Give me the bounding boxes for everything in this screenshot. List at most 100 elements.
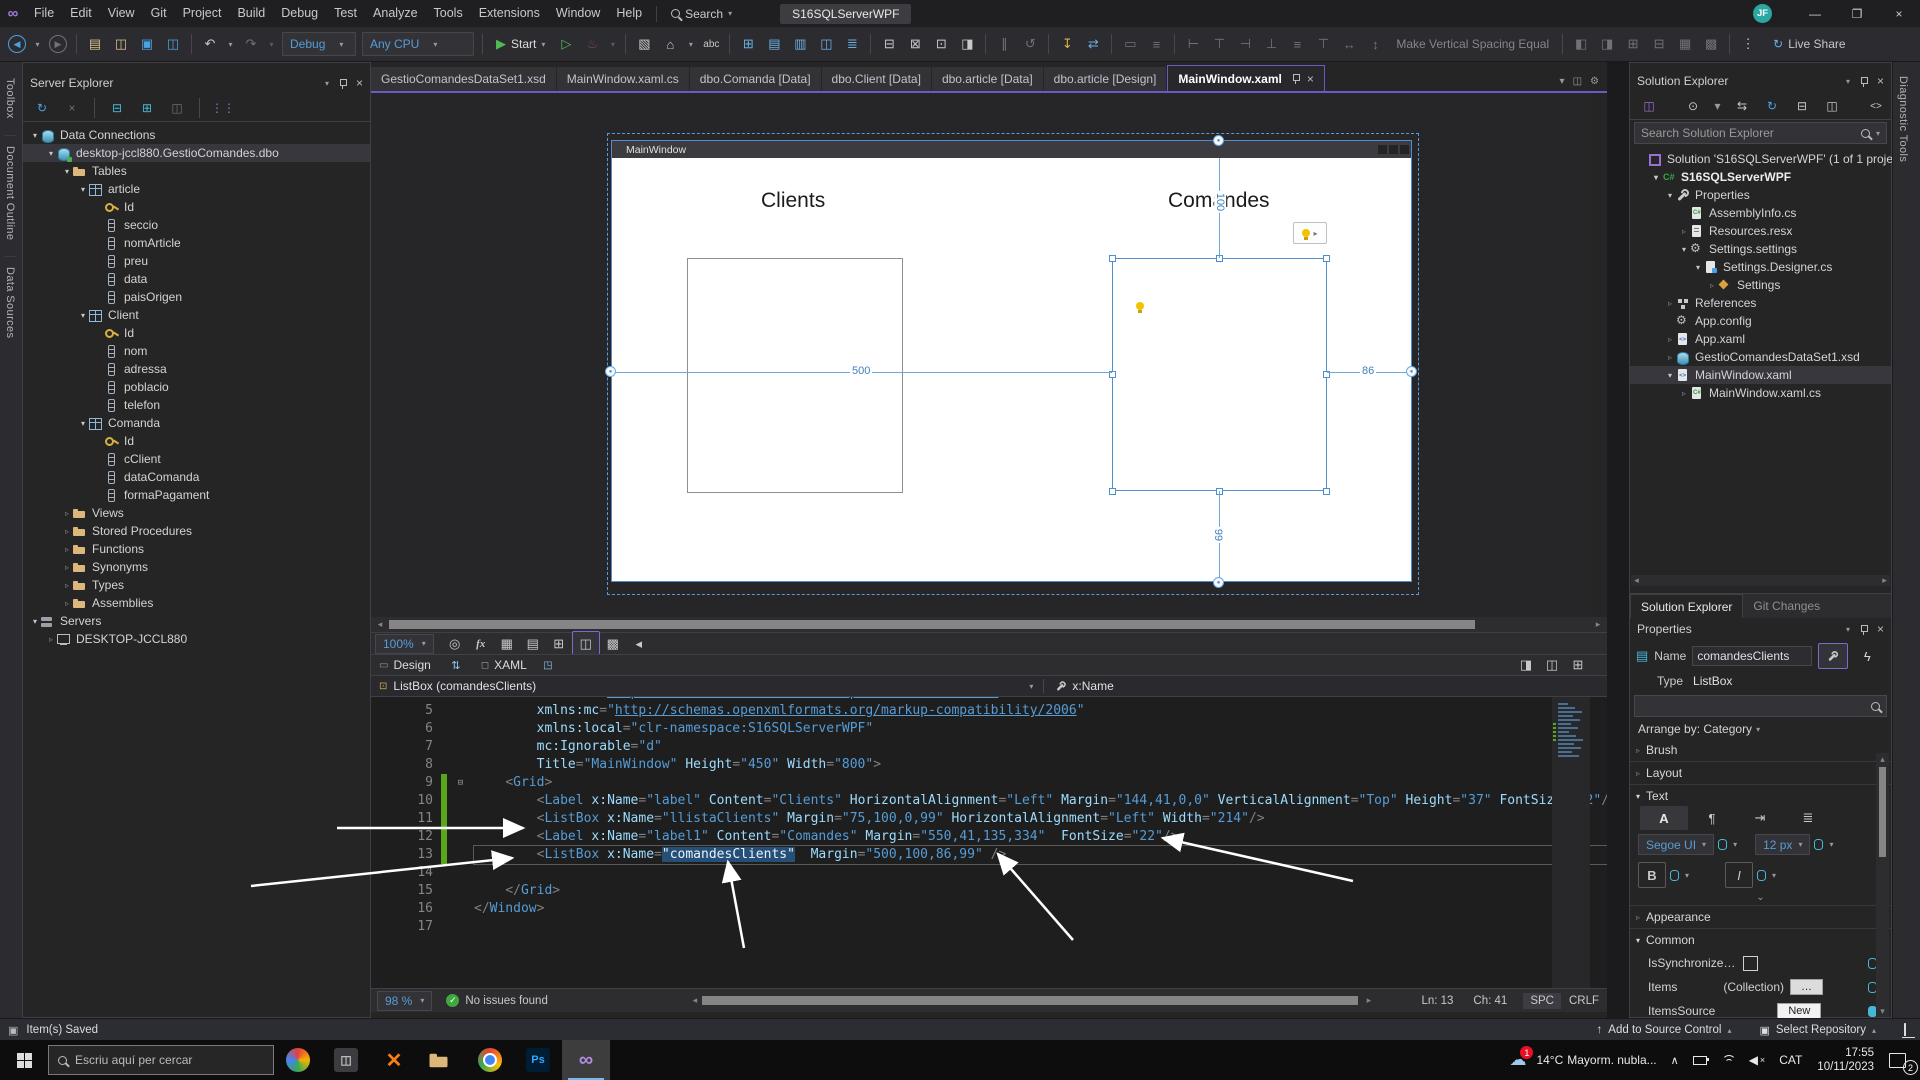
close-icon[interactable]: ×: [1877, 74, 1884, 88]
anchor-top-icon[interactable]: ●: [1213, 135, 1224, 146]
menu-test[interactable]: Test: [326, 0, 365, 27]
tree-item-id[interactable]: Id: [23, 198, 370, 216]
window-position-icon[interactable]: ▾: [325, 79, 329, 88]
code-line-6[interactable]: 6 xmlns:local="clr-namespace:S16SQLServe…: [371, 720, 1607, 738]
code-line-10[interactable]: 10 <Label x:Name="label" Content="Client…: [371, 792, 1607, 810]
taskbar-chrome[interactable]: [466, 1040, 514, 1080]
find-in-files-icon[interactable]: ▧: [631, 32, 657, 56]
collapse-left-icon[interactable]: ◂: [626, 632, 652, 656]
align-bottoms-icon[interactable]: ⊤: [1310, 32, 1336, 56]
expander-closed-icon[interactable]: ▹: [61, 599, 73, 608]
debug-target-combo[interactable]: Debug▾: [282, 32, 356, 56]
expander-icon[interactable]: ▾: [1636, 936, 1640, 945]
tab-document-outline[interactable]: Document Outline: [4, 135, 16, 250]
taskbar-file-explorer[interactable]: [418, 1040, 466, 1080]
window-position-icon[interactable]: ▾: [1846, 625, 1850, 634]
tab-design[interactable]: ▭ Design: [371, 655, 439, 676]
resize-handle[interactable]: [1323, 488, 1330, 495]
connect-to-database-icon[interactable]: ⊟: [104, 98, 130, 118]
expander-closed-icon[interactable]: ▹: [1706, 281, 1718, 290]
start-debugging-button[interactable]: ▶Start▾: [488, 32, 553, 56]
start-button[interactable]: [0, 1040, 48, 1080]
tree-item-nom[interactable]: nom: [23, 342, 370, 360]
restart-icon[interactable]: ↺: [1017, 32, 1043, 56]
chevron-down-icon[interactable]: ▾: [1029, 682, 1033, 691]
stop-refresh-icon[interactable]: ×: [59, 98, 85, 118]
section-brush[interactable]: Brush: [1646, 743, 1677, 757]
pin-icon[interactable]: [1291, 74, 1300, 83]
hscroll-left-arrow[interactable]: ◂: [688, 993, 702, 1008]
align-centers-icon[interactable]: ⊤: [1206, 32, 1232, 56]
same-width-icon[interactable]: ◨: [1594, 32, 1620, 56]
tree-item-id[interactable]: Id: [23, 324, 370, 342]
expander-closed-icon[interactable]: ▹: [1678, 389, 1690, 398]
taskbar-search-box[interactable]: Escriu aquí per cercar: [48, 1045, 274, 1075]
expand-more-chevron[interactable]: ⌄: [1630, 890, 1891, 906]
doc-tab-mainwindow-xaml[interactable]: MainWindow.xaml×: [1167, 65, 1324, 91]
anchor-icon[interactable]: ▩: [1698, 32, 1724, 56]
properties-wrench-icon[interactable]: [1827, 650, 1839, 661]
expander-closed-icon[interactable]: ▹: [61, 545, 73, 554]
expander-closed-icon[interactable]: ▹: [61, 563, 73, 572]
live-visual-tree-icon[interactable]: ⌂: [657, 32, 683, 56]
section-text[interactable]: Text: [1646, 789, 1668, 803]
arrange-by[interactable]: Arrange by: Category: [1638, 722, 1752, 736]
same-size-icon[interactable]: ⊟: [1646, 32, 1672, 56]
tree-item-stored-procedures[interactable]: ▹Stored Procedures: [23, 522, 370, 540]
connect-to-server-icon[interactable]: ⊞: [134, 98, 160, 118]
tree-item-properties[interactable]: ▾Properties: [1630, 186, 1891, 204]
volume-muted-icon[interactable]: ◀×: [1742, 1040, 1773, 1080]
tree-item-cclient[interactable]: cClient: [23, 450, 370, 468]
options-gear-icon[interactable]: ⚙: [1590, 76, 1599, 87]
resize-handle[interactable]: [1109, 488, 1116, 495]
expander-open-icon[interactable]: ▾: [77, 419, 89, 428]
tree-item-article[interactable]: ▾article: [23, 180, 370, 198]
menu-extensions[interactable]: Extensions: [471, 0, 548, 27]
font-tab-icon[interactable]: A: [1640, 806, 1688, 830]
add-connection-icon[interactable]: ◫: [164, 98, 190, 118]
property-marker-icon[interactable]: [1757, 870, 1766, 881]
tab-git-changes[interactable]: Git Changes: [1743, 594, 1830, 618]
code-line-14[interactable]: 14: [371, 864, 1607, 882]
bold-button[interactable]: B: [1638, 862, 1666, 888]
close-button[interactable]: ×: [1878, 0, 1920, 27]
code-line-11[interactable]: 11 <ListBox x:Name="llistaClients" Margi…: [371, 810, 1607, 828]
expander-open-icon[interactable]: ▾: [29, 131, 41, 140]
font-size-combo[interactable]: 12 px▾: [1755, 834, 1810, 855]
fold-collapse-icon[interactable]: ⊟: [447, 774, 474, 792]
menu-analyze[interactable]: Analyze: [365, 0, 425, 27]
tree-item-client[interactable]: ▾Client: [23, 306, 370, 324]
download-symbols-icon[interactable]: ↧: [1054, 32, 1080, 56]
code-line-15[interactable]: 15 </Grid>: [371, 882, 1607, 900]
expander-icon[interactable]: ▹: [1636, 913, 1640, 922]
tree-item-gestiocomandesdataset1-xsd[interactable]: ▹GestioComandesDataSet1.xsd: [1630, 348, 1891, 366]
tree-item-paisorigen[interactable]: paisOrigen: [23, 288, 370, 306]
italic-button[interactable]: I: [1725, 862, 1753, 888]
tree-item-assemblyinfo-cs[interactable]: AssemblyInfo.cs: [1630, 204, 1891, 222]
add-to-source-control-button[interactable]: ↑ Add to Source Control ▴: [1583, 1024, 1746, 1036]
tree-item-assemblies[interactable]: ▹Assemblies: [23, 594, 370, 612]
pause-icon[interactable]: ∥: [991, 32, 1017, 56]
action-center-button[interactable]: 2: [1882, 1040, 1920, 1080]
tree-item-mainwindow-xaml-cs[interactable]: ▹MainWindow.xaml.cs: [1630, 384, 1891, 402]
expander-icon[interactable]: ▹: [1636, 746, 1640, 755]
expander-closed-icon[interactable]: ▹: [45, 635, 57, 644]
align-right-edges-icon[interactable]: ⊣: [1232, 32, 1258, 56]
column-indicator[interactable]: Ch: 41: [1473, 995, 1507, 1007]
solutions-views-icon[interactable]: ◫: [1636, 96, 1662, 116]
split-horizontal-icon[interactable]: ◨: [1513, 653, 1539, 677]
expander-closed-icon[interactable]: ▹: [61, 527, 73, 536]
code-line-9[interactable]: 9⊟ <Grid>: [371, 774, 1607, 792]
hot-reload-icon[interactable]: ♨: [579, 32, 605, 56]
code-line-12[interactable]: 12 <Label x:Name="label1" Content="Coman…: [371, 828, 1607, 846]
cut-icon[interactable]: ▭: [1117, 32, 1143, 56]
swap-panes-icon[interactable]: ⇅: [443, 653, 469, 677]
tree-item-settings-designer-cs[interactable]: ▾Settings.Designer.cs: [1630, 258, 1891, 276]
float-window-icon[interactable]: ◫: [1573, 76, 1582, 87]
expander-open-icon[interactable]: ▾: [29, 617, 41, 626]
window-position-icon[interactable]: ▾: [1846, 77, 1850, 86]
pin-icon[interactable]: [1859, 77, 1868, 86]
expander-open-icon[interactable]: ▾: [61, 167, 73, 176]
zoom-fit-icon[interactable]: ◎: [442, 632, 468, 656]
designer-label-clients[interactable]: Clients: [761, 189, 825, 213]
